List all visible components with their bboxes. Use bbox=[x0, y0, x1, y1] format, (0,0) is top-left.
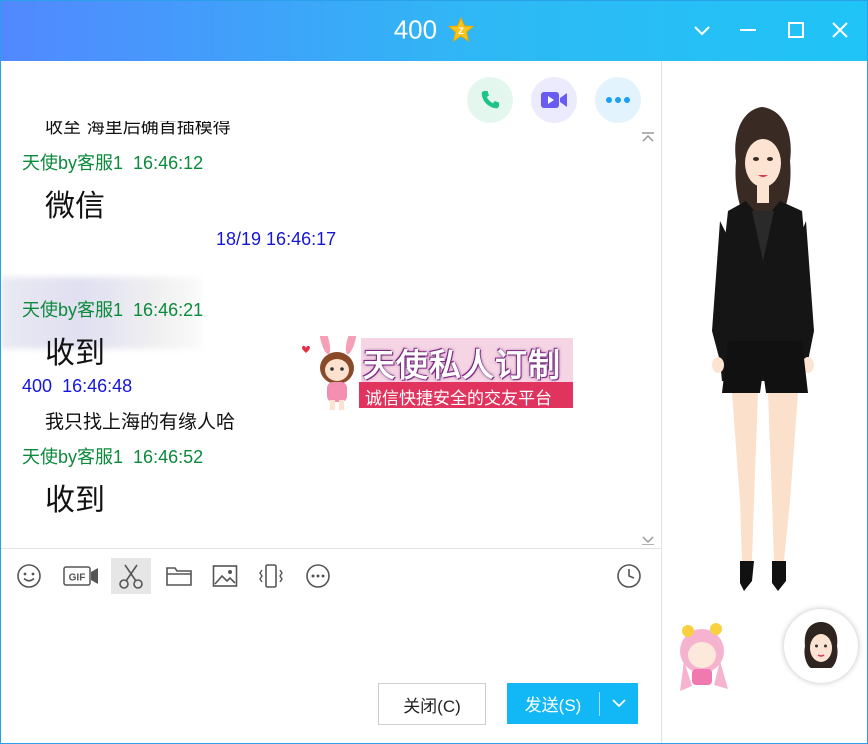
message-header: 400 16:46:48 bbox=[22, 376, 132, 397]
message-time: 16:46:48 bbox=[62, 376, 133, 396]
banner-title: 天使私人订制 bbox=[363, 346, 562, 384]
input-divider bbox=[1, 548, 661, 549]
voice-call-icon[interactable] bbox=[467, 77, 513, 123]
message-input[interactable] bbox=[1, 601, 661, 671]
maximize-icon[interactable] bbox=[781, 15, 811, 45]
message-text: 收到 bbox=[45, 483, 105, 518]
folder-icon[interactable] bbox=[159, 558, 199, 594]
call-actions bbox=[467, 77, 641, 123]
scroll-up-icon[interactable] bbox=[641, 127, 655, 146]
contact-name: 400 bbox=[393, 14, 438, 45]
message-time: 16:46:21 bbox=[133, 300, 204, 320]
chevron-down-icon[interactable] bbox=[687, 15, 717, 45]
contact-sidebar bbox=[661, 61, 867, 743]
gold-star-icon: Z bbox=[448, 17, 475, 43]
scroll-down-icon[interactable] bbox=[641, 531, 655, 545]
send-button[interactable]: 发送(S) bbox=[507, 683, 638, 724]
more-options-icon[interactable] bbox=[595, 77, 641, 123]
gif-icon[interactable]: GIF bbox=[59, 558, 103, 594]
send-label: 发送(S) bbox=[524, 696, 582, 715]
scissors-icon[interactable] bbox=[111, 558, 151, 594]
message-list[interactable]: 收至 海里后确首插模得 天使by客服1 16:46:12 微信 18/19 16… bbox=[1, 121, 659, 545]
minimize-icon[interactable] bbox=[733, 15, 763, 45]
promo-banner: 天使私人订制 诚信快捷安全的交友平台 bbox=[297, 326, 573, 412]
video-call-icon[interactable] bbox=[531, 77, 577, 123]
svg-text:GIF: GIF bbox=[69, 573, 86, 584]
close-button[interactable]: 关闭(C) bbox=[378, 683, 486, 725]
message-header: 天使by客服1 16:46:21 bbox=[22, 296, 203, 322]
image-icon[interactable] bbox=[205, 558, 245, 594]
message-time: 16:46:52 bbox=[133, 447, 204, 467]
avatar-icon bbox=[804, 622, 838, 668]
sender-name: 400 bbox=[22, 376, 53, 396]
sender-name: 天使by客服1 bbox=[22, 153, 124, 173]
clock-icon[interactable] bbox=[609, 558, 649, 594]
message-header: 天使by客服1 16:46:12 bbox=[22, 149, 203, 175]
emoji-icon[interactable] bbox=[9, 558, 49, 594]
chat-main: 收至 海里后确首插模得 天使by客服1 16:46:12 微信 18/19 16… bbox=[1, 61, 661, 743]
chat-window: 400 Z 收至 海里后确首插模得 天使by客服1 16:46:12 微信 18… bbox=[0, 0, 868, 744]
title-bar[interactable]: 400 Z bbox=[1, 1, 867, 61]
message-text: 微信 bbox=[45, 189, 105, 224]
message-text: 我只找上海的有缘人哈 bbox=[45, 411, 236, 433]
message-header: 天使by客服1 16:46:52 bbox=[22, 443, 203, 469]
message-time: 16:46:12 bbox=[133, 153, 204, 173]
my-avatar[interactable] bbox=[784, 609, 858, 683]
svg-text:Z: Z bbox=[459, 26, 465, 36]
message-header: 18/19 16:46:17 bbox=[216, 229, 336, 250]
shake-icon[interactable] bbox=[251, 558, 291, 594]
message-text: 收到 bbox=[45, 336, 105, 371]
input-toolbar: GIF bbox=[1, 558, 661, 598]
banner-subtitle: 诚信快捷安全的交友平台 bbox=[365, 389, 552, 409]
send-options-icon[interactable] bbox=[600, 699, 638, 708]
more-icon[interactable] bbox=[298, 558, 338, 594]
sender-name: 天使by客服1 bbox=[22, 300, 124, 320]
message-time: 18/19 16:46:17 bbox=[216, 229, 337, 249]
partial-message: 收至 海里后确首插模得 bbox=[45, 121, 231, 138]
close-icon[interactable] bbox=[825, 15, 855, 45]
sender-name: 天使by客服1 bbox=[22, 447, 124, 467]
